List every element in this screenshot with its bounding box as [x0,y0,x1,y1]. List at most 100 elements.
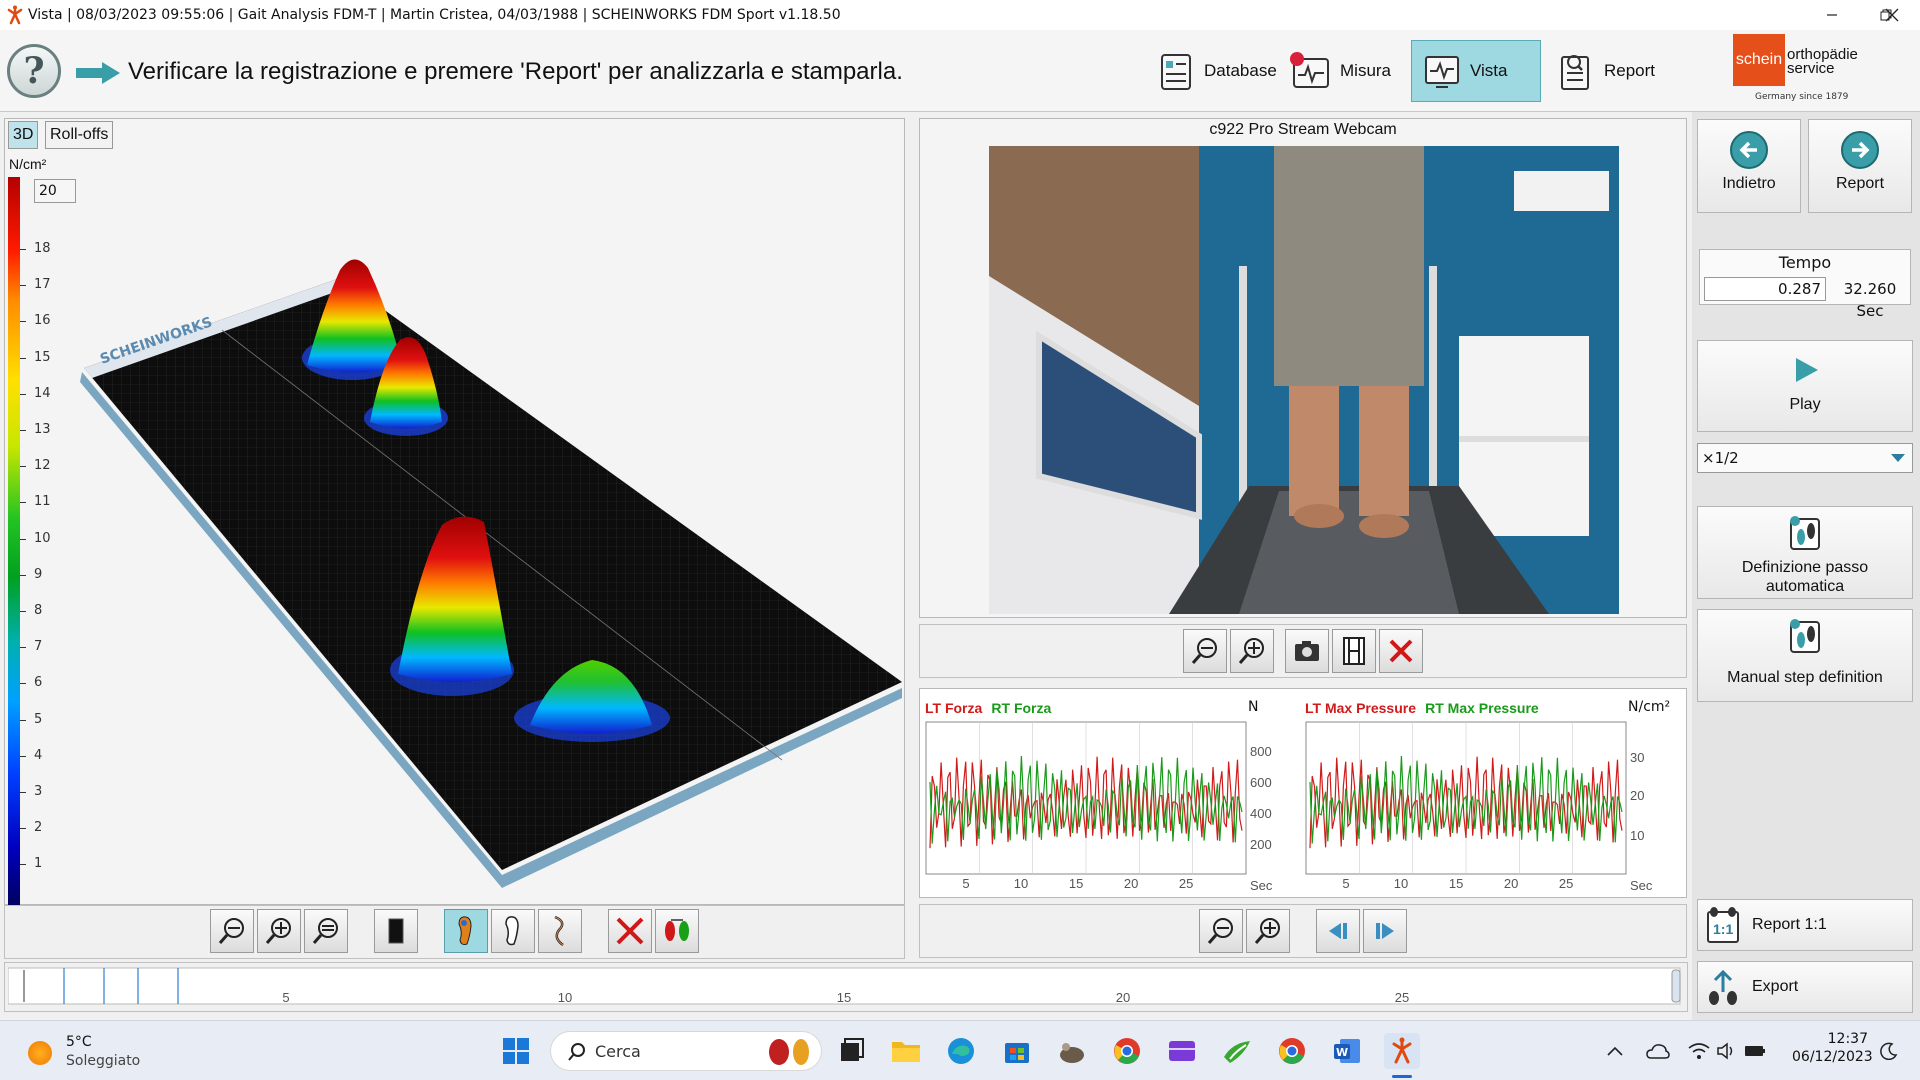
store-icon [1005,1043,1029,1063]
footprint-color-icon [458,916,472,945]
tempo-current-field[interactable]: 0.287 [1704,277,1826,301]
x-tick-label: 10 [1394,876,1408,891]
notifications-button[interactable] [1876,1033,1902,1069]
volume-button[interactable] [1714,1033,1740,1069]
chart-zoom-out-button[interactable] [1199,909,1243,953]
lt-force-label: LT Forza [925,700,983,716]
manual-step-label: Manual step definition [1727,669,1883,686]
nav-database-button[interactable]: Database [1146,40,1287,102]
battery-icon [1745,1046,1765,1056]
zoom-in-icon [265,918,291,944]
task-view-button[interactable] [833,1033,869,1069]
zoom-out-icon [1207,918,1233,944]
gait-line-view-button[interactable] [538,909,582,953]
active-app-indicator [1392,1075,1412,1078]
nav-report-button[interactable]: Report [1546,40,1665,102]
help-button[interactable]: ? [7,44,61,98]
edge-button[interactable] [943,1033,979,1069]
force-chart[interactable]: 800 600 400 200 5 10 15 20 25 Sec [922,718,1282,896]
taskbar-search-box[interactable]: Cerca [550,1031,822,1071]
nav-vista-button[interactable]: Vista [1411,40,1541,102]
timeline-end-handle[interactable] [1671,969,1681,1003]
nav-misura-button[interactable]: Misura [1278,40,1401,102]
store-button[interactable] [999,1033,1035,1069]
scheinworks-taskbar-button[interactable] [1384,1033,1420,1069]
window-title: Vista | 08/03/2023 09:55:06 | Gait Analy… [28,7,841,23]
video-zoom-in-button[interactable] [1230,629,1274,673]
zoom-in-icon [1238,638,1264,664]
step-back-button[interactable] [1316,909,1360,953]
report-1to1-button[interactable]: 1:1 Report 1:1 [1697,899,1913,951]
title-bar: Vista | 08/03/2023 09:55:06 | Gait Analy… [0,0,1920,30]
y-tick-label: 600 [1250,775,1272,790]
report-next-button[interactable]: Report [1808,119,1912,213]
back-button[interactable]: Indietro [1697,119,1801,213]
word-button[interactable]: W [1329,1033,1365,1069]
pressure-color-scale [8,177,20,905]
wifi-button[interactable] [1686,1033,1712,1069]
plate-view-button[interactable] [374,909,418,953]
foot-outline-view-button[interactable] [491,909,535,953]
step-forward-button[interactable] [1363,909,1407,953]
step-forward-icon [1376,923,1394,939]
auto-step-definition-button[interactable]: Definizione passo automatica [1697,506,1913,599]
svg-text:1:1: 1:1 [1713,921,1733,937]
swap-feet-button[interactable] [655,909,699,953]
start-button[interactable] [498,1033,534,1069]
minimize-button[interactable] [1804,0,1860,30]
chrome-button[interactable] [1109,1033,1145,1069]
speed-select[interactable]: ×1/2 [1697,443,1913,473]
chrome-profile-button[interactable] [1274,1033,1310,1069]
snapshot-button[interactable] [1285,629,1329,673]
force-unit: N [1248,699,1259,715]
x-unit-label: Sec [1250,878,1273,893]
nav-database-label: Database [1204,61,1277,80]
export-label: Export [1752,978,1799,995]
minimize-icon [1827,14,1837,16]
x-tick-label: 20 [1504,876,1518,891]
video-zoom-out-button[interactable] [1183,629,1227,673]
file-explorer-button[interactable] [888,1033,924,1069]
battery-button[interactable] [1742,1033,1768,1069]
scheinworks-app-icon [1392,1037,1412,1064]
swap-feet-icon [665,919,689,941]
database-icon [1161,54,1191,90]
nav-vista-label: Vista [1470,61,1508,80]
x-tick-label: 5 [1342,876,1349,891]
timeline-track[interactable]: 5 10 15 20 25 [8,966,1684,1008]
zoom-reset-button[interactable] [304,909,348,953]
arrow-right-icon [76,62,120,84]
foot-color-view-button[interactable] [444,909,488,953]
y-tick-label: 200 [1250,837,1272,852]
edge-icon [948,1038,974,1064]
export-icon [1709,969,1737,1005]
maps-button[interactable] [1219,1033,1255,1069]
tab-roll-offs[interactable]: Roll-offs [45,121,114,149]
gimp-button[interactable] [1054,1033,1090,1069]
export-button[interactable]: Export [1697,961,1913,1013]
delete-video-button[interactable] [1379,629,1423,673]
tempo-box: Tempo 0.287 32.260 Sec [1699,249,1911,320]
close-button[interactable] [1864,0,1920,30]
delete-steps-button[interactable] [608,909,652,953]
play-button[interactable]: Play [1697,340,1913,432]
chevron-up-icon [1607,1046,1623,1056]
clock[interactable]: 12:37 06/12/2023 [1792,1031,1873,1065]
tab-3d[interactable]: 3D [8,121,39,149]
video-strip-button[interactable] [1332,629,1376,673]
search-highlight-icon [769,1039,809,1065]
onedrive-button[interactable] [1644,1033,1672,1069]
cloud-icon [1646,1044,1670,1059]
auto-step-label-1: Definizione passo [1741,559,1869,576]
manual-step-definition-button[interactable]: Manual step definition [1697,609,1913,702]
zoom-in-button[interactable] [257,909,301,953]
main-toolbar: ? Verificare la registrazione e premere … [0,30,1920,112]
show-hidden-icons-button[interactable] [1602,1033,1628,1069]
chart-zoom-in-button[interactable] [1246,909,1290,953]
zoom-out-button[interactable] [210,909,254,953]
zoom-out-icon [1191,638,1217,664]
clipchamp-button[interactable] [1164,1033,1200,1069]
weather-widget[interactable]: 5°C Soleggiato [20,1031,210,1073]
pressure-chart[interactable]: 30 20 10 5 10 15 20 25 Sec [1302,718,1684,896]
timeline-tick-label: 5 [282,990,289,1005]
